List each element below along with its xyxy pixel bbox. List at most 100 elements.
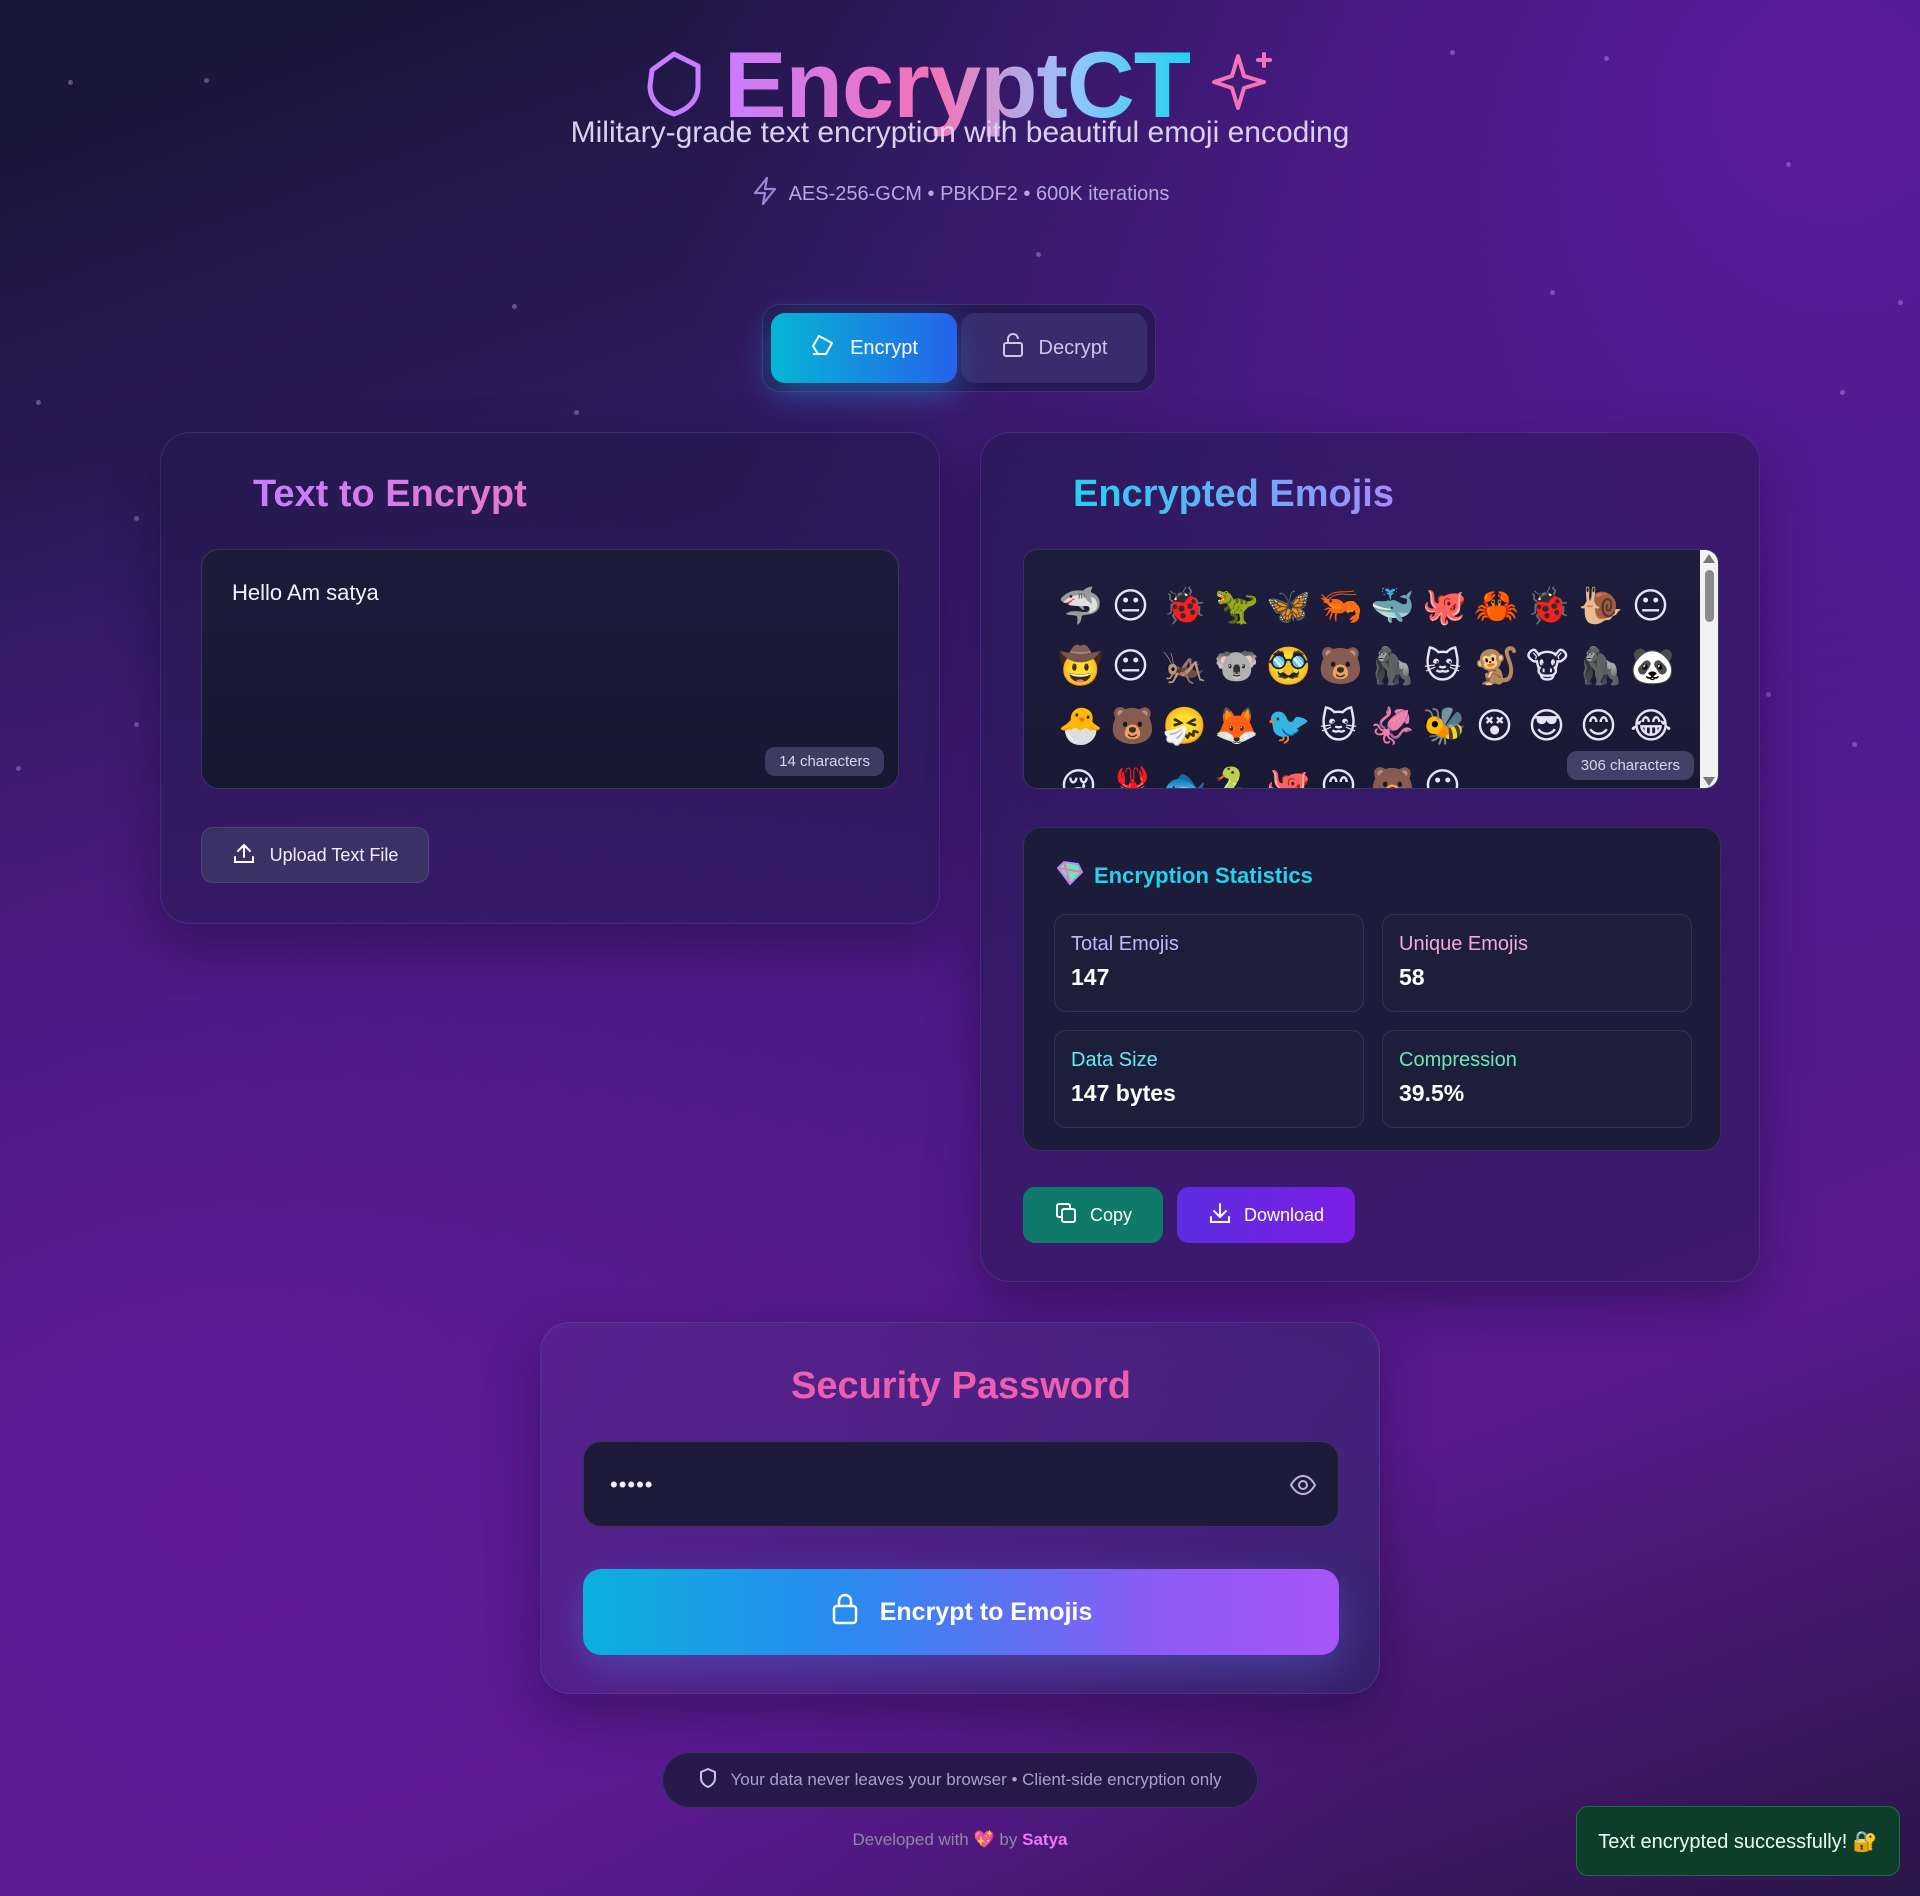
eye-icon[interactable] [1288,1470,1318,1505]
shield-icon [698,1767,718,1794]
emoji-glyph: 😊 [1579,706,1618,747]
stat-unique-label: Unique Emojis [1399,933,1528,955]
emoji-glyph: 🐳 [1370,586,1415,627]
emoji-glyph: 🐻 [1318,646,1363,687]
emoji-glyph: 🐻 [1110,706,1155,747]
plaintext-value: Hello Am satya [232,580,379,605]
emoji-glyph: 🐣 [1058,706,1103,747]
output-char-count: 306 characters [1566,751,1694,780]
emoji-glyph: 🐻 [1370,766,1415,789]
emoji-glyph: 🐟 [1162,766,1207,789]
copy-button[interactable]: Copy [1023,1187,1163,1243]
emoji-glyph: 🦀 [1474,586,1519,627]
stat-total-emojis: Total Emojis 147 [1054,914,1364,1012]
plaintext-input[interactable]: Hello Am satya 14 characters [201,549,899,789]
emoji-glyph: 🐝 [1422,706,1467,747]
emoji-glyph: 😐 [1631,586,1670,627]
emoji-output-scrollbar[interactable] [1700,550,1718,788]
emoji-glyph: 🦐 [1318,586,1363,627]
emoji-glyph: 🦗 [1162,646,1207,687]
emoji-output[interactable]: 🦈 😐 🐞 🦖 🦋 🦐 🐳 🐙 🦀 🐞 🐌 😐 🤠 😐 🦗 🐨 🥸 🐻 🦍 🐱 🐒 🐮 🦍 🐼 🐣 🐻 🤧 🦊 🐦 🐱 🦑 🐝 😵 😎 😊 😂 😢 🦞 🐟 🐍… [1023,549,1719,789]
emoji-glyph: 🦋 [1266,586,1311,627]
emoji-glyph: 🐍 [1214,766,1259,789]
emoji-glyph: 🐙 [1266,766,1311,789]
crypto-specs: AES-256-GCM • PBKDF2 • 600K iterations [0,176,1920,212]
lightning-icon [751,176,779,212]
stat-compression: Compression 39.5% [1382,1030,1692,1128]
app-subtitle: Military-grade text encryption with beau… [570,116,1350,149]
password-panel-title: Security Password [790,1365,1132,1407]
upload-label: Upload Text File [269,844,399,865]
stat-compression-value: 39.5% [1399,1080,1465,1106]
encryption-statistics: Encryption Statistics Total Emojis 147 U… [1023,827,1721,1151]
emoji-glyph: 😢 [1059,766,1098,789]
scrollbar-thumb[interactable] [1705,570,1714,622]
emoji-glyph: 🦈 [1058,586,1103,627]
emoji-glyph: 🐱 [1319,706,1358,747]
emoji-glyph: 😵 [1475,706,1514,747]
emoji-glyph: 🐦 [1266,706,1311,747]
copy-icon [1054,1201,1078,1230]
emoji-glyph: 🐒 [1474,646,1519,687]
stat-size-value: 147 bytes [1071,1080,1176,1106]
emoji-glyph: 🐞 [1526,586,1571,627]
emoji-glyph: 🐞 [1162,586,1207,627]
stat-unique-value: 58 [1399,964,1425,990]
emoji-glyph: 😐 [1423,766,1462,789]
emoji-glyph: 🐨 [1214,646,1259,687]
success-toast: Text encrypted successfully! 🔐 [1576,1806,1900,1876]
gem-icon [1054,860,1084,892]
stats-title: Encryption Statistics [1054,860,1313,892]
stat-size-label: Data Size [1071,1049,1158,1071]
emoji-glyph: 🦞 [1110,766,1155,789]
output-panel-title: Encrypted Emojis [1073,473,1394,515]
emoji-glyph: 🦍 [1578,646,1623,687]
upload-icon [232,841,256,870]
emoji-glyph: 🐙 [1422,586,1467,627]
input-panel: Text to Encrypt Hello Am satya 14 charac… [160,432,940,924]
download-button[interactable]: Download [1177,1187,1355,1243]
emoji-glyph: 🐌 [1578,586,1623,627]
privacy-note: Your data never leaves your browser • Cl… [662,1752,1258,1808]
privacy-note-text: Your data never leaves your browser • Cl… [730,1770,1222,1789]
emoji-glyph: 🤠 [1058,646,1103,687]
shield-outline-icon [642,48,706,123]
emoji-glyph: 😂 [1630,706,1673,747]
download-icon [1208,1201,1232,1230]
emoji-glyph: 🐼 [1630,646,1675,687]
emoji-glyph: 🦍 [1370,646,1415,687]
tab-encrypt[interactable]: Encrypt [771,313,957,383]
emoji-glyph: 🐱 [1423,646,1462,687]
copy-label: Copy [1089,1204,1133,1225]
password-input[interactable]: ••••• [583,1441,1339,1527]
stat-total-value: 147 [1071,964,1110,990]
emoji-glyph: 🦖 [1214,586,1259,627]
author-name[interactable]: Satya [1022,1830,1067,1849]
input-char-count: 14 characters [765,747,884,776]
emoji-glyph: 🦑 [1370,706,1415,747]
scroll-up-arrow-icon[interactable] [1703,554,1715,563]
scroll-down-arrow-icon[interactable] [1703,777,1715,786]
stats-title-text: Encryption Statistics [1094,863,1313,888]
stat-total-label: Total Emojis [1071,933,1179,955]
sparkles-icon [1208,48,1278,123]
password-panel: Security Password ••••• Encrypt to Emoji… [540,1322,1380,1694]
emoji-glyph: 🦊 [1214,706,1259,747]
emoji-glyph: 😎 [1527,706,1566,747]
password-value: ••••• [610,1472,654,1497]
emoji-glyph: 😐 [1111,646,1150,687]
emoji-glyph: 🥸 [1266,646,1311,687]
tab-decrypt[interactable]: Decrypt [961,313,1147,383]
unlock-icon [1001,332,1025,364]
input-panel-title: Text to Encrypt [253,473,527,515]
mode-toggle: Encrypt Decrypt [762,304,1156,392]
credit-by: by [999,1830,1018,1849]
emoji-glyph: 😊 [1319,766,1358,789]
encrypt-to-emojis-button[interactable]: Encrypt to Emojis [583,1569,1339,1655]
upload-text-file-button[interactable]: Upload Text File [201,827,429,883]
tab-decrypt-label: Decrypt [1038,336,1108,359]
output-panel: Encrypted Emojis 🦈 😐 🐞 🦖 🦋 🦐 🐳 🐙 🦀 🐞 🐌 😐 🤠 😐 🦗 🐨 🥸 🐻 🦍 🐱 🐒 🐮 🦍… [980,432,1760,1282]
encrypt-button-label: Encrypt to Emojis [879,1597,1093,1626]
emoji-glyph: 🤧 [1162,706,1207,747]
emoji-glyph: 🐮 [1526,646,1569,687]
